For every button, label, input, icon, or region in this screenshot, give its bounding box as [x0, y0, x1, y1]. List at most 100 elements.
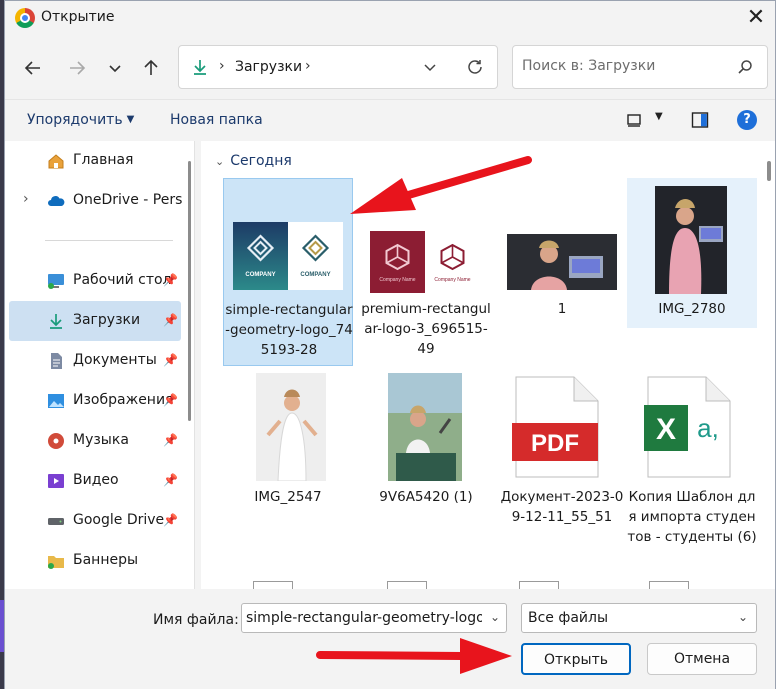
sidebar-scrollbar[interactable] [188, 161, 191, 421]
pin-icon[interactable]: 📌 [163, 273, 178, 287]
pin-icon[interactable]: 📌 [163, 313, 178, 327]
excel-icon: X a, [644, 376, 731, 478]
forward-button[interactable] [63, 55, 91, 81]
group-label: Сегодня [230, 153, 292, 169]
pin-icon[interactable]: 📌 [163, 353, 178, 367]
file-list-scrollbar[interactable] [767, 161, 771, 181]
excel-badge-text: X [656, 413, 676, 446]
sidebar-item-pictures[interactable]: Изображения 📌 [9, 381, 181, 421]
navigation-pane: Главная › OneDrive - Personal Рабочий ст… [5, 141, 195, 589]
arrow-left-icon [24, 61, 40, 75]
breadcrumb-separator: › [219, 58, 225, 74]
organize-menu-button[interactable]: Упорядочить ▼ [27, 112, 134, 128]
sidebar-item-documents[interactable]: Документы 📌 [9, 341, 181, 381]
sidebar-item-google-drive[interactable]: Google Drive 📌 [9, 501, 181, 541]
photo-thumbnail [388, 373, 462, 481]
sidebar-item-videos[interactable]: Видео 📌 [9, 461, 181, 501]
group-header-today[interactable]: ⌄ Сегодня [215, 153, 292, 169]
excel-suffix-text: a, [697, 413, 719, 443]
new-folder-button[interactable]: Новая папка [170, 112, 263, 128]
logo-thumbnail: COMPANY COMPANY [233, 222, 343, 290]
file-item-partial[interactable] [253, 581, 293, 589]
filetype-select[interactable]: Все файлы ⌄ [521, 603, 757, 633]
file-item[interactable]: Company Name Company Name premium-rectan… [361, 178, 491, 366]
sidebar-item-music[interactable]: Музыка 📌 [9, 421, 181, 461]
file-item-partial[interactable] [387, 581, 427, 589]
address-bar[interactable]: › Загрузки › [178, 45, 498, 89]
filename-label: Имя файла: [153, 612, 239, 628]
arrow-right-icon [70, 61, 86, 75]
chevron-down-icon [109, 65, 121, 73]
folder-icon [48, 556, 64, 569]
chevron-down-icon: ⌄ [738, 610, 749, 624]
file-name: 1 [557, 301, 567, 317]
search-icon[interactable] [737, 59, 753, 75]
file-name: premium-rectangular-logo-3_696515-49 [361, 301, 491, 357]
up-button[interactable] [137, 55, 165, 81]
navigation-bar: › Загрузки › [5, 43, 775, 93]
preview-pane-icon[interactable] [691, 111, 709, 129]
logo-company-text: COMPANY [245, 272, 275, 278]
file-name: 9V6A5420 (1) [379, 489, 473, 505]
close-icon[interactable]: ✕ [741, 4, 771, 32]
cancel-button[interactable]: Отмена [647, 643, 757, 675]
pin-icon[interactable]: 📌 [163, 473, 178, 487]
sidebar-item-home[interactable]: Главная [9, 141, 181, 181]
sidebar-item-desktop[interactable]: Рабочий стол 📌 [9, 261, 181, 301]
file-item[interactable]: 9V6A5420 (1) [361, 369, 491, 519]
caret-down-icon[interactable]: ▼ [655, 111, 663, 122]
search-input[interactable] [522, 58, 722, 74]
pin-icon[interactable]: 📌 [163, 433, 178, 447]
sidebar-item-label: OneDrive - Personal [73, 192, 183, 208]
pin-icon[interactable]: 📌 [163, 393, 178, 407]
sidebar-item-onedrive[interactable]: › OneDrive - Personal [9, 181, 183, 221]
file-item[interactable]: IMG_2547 [223, 369, 353, 519]
breadcrumb-separator[interactable]: › [305, 58, 311, 74]
open-button[interactable]: Открыть [521, 643, 631, 675]
divider [45, 240, 173, 241]
window-title: Открытие [41, 9, 115, 25]
caret-down-icon: ▼ [126, 114, 135, 125]
file-item[interactable]: COMPANY COMPANY simple-rectangular-geome… [223, 178, 353, 366]
file-item[interactable]: 1 [497, 178, 627, 328]
sidebar-item-downloads[interactable]: Загрузки 📌 [9, 301, 181, 341]
video-icon [48, 474, 64, 488]
sidebar-item-label: Главная [73, 152, 134, 168]
photo-thumbnail [256, 373, 326, 481]
logo-thumbnail: Company Name Company Name [370, 231, 480, 293]
search-box[interactable] [512, 45, 768, 89]
command-bar: Упорядочить ▼ Новая папка ▼ ? [5, 99, 775, 139]
file-name: IMG_2547 [254, 489, 322, 505]
file-item-partial[interactable] [519, 581, 559, 589]
chrome-logo-icon [15, 8, 35, 28]
sidebar-item-banners[interactable]: Баннеры [9, 541, 181, 581]
file-name: Копия Шаблон для импорта студентов - сту… [627, 489, 757, 545]
help-icon[interactable]: ? [737, 110, 757, 130]
photo-thumbnail [507, 234, 617, 290]
filename-combobox[interactable]: ⌄ [241, 603, 507, 633]
back-button[interactable] [19, 55, 47, 81]
title-bar: Открытие ✕ [5, 1, 775, 35]
chevron-down-icon[interactable]: ⌄ [490, 610, 500, 624]
file-item[interactable]: X a, Копия Шаблон для импорта студентов … [627, 369, 757, 559]
expand-icon[interactable]: › [23, 191, 29, 207]
pdf-badge-text: PDF [531, 430, 579, 457]
chevron-down-icon[interactable] [422, 59, 438, 75]
file-item-partial[interactable] [649, 581, 689, 589]
refresh-icon[interactable] [466, 58, 484, 76]
file-item[interactable]: PDF Документ-2023-09-12-11_55_51 [497, 369, 627, 539]
filename-input[interactable] [246, 610, 482, 626]
recent-locations-button[interactable] [101, 55, 129, 81]
file-name: IMG_2780 [658, 301, 726, 317]
pin-icon[interactable]: 📌 [163, 513, 178, 527]
document-icon [51, 353, 62, 369]
dialog-footer: Имя файла: ⌄ Все файлы ⌄ Открыть Отмена [5, 591, 775, 689]
breadcrumb-downloads[interactable]: Загрузки [235, 59, 302, 75]
view-icon[interactable] [626, 112, 642, 128]
drive-icon [48, 518, 64, 525]
open-file-dialog: Открытие ✕ › Загрузки › Упорядочить [4, 0, 776, 689]
file-item[interactable]: IMG_2780 [627, 178, 757, 328]
file-name: Документ-2023-09-12-11_55_51 [500, 489, 624, 525]
desktop-icon [48, 274, 64, 289]
organize-label: Упорядочить [27, 112, 123, 128]
